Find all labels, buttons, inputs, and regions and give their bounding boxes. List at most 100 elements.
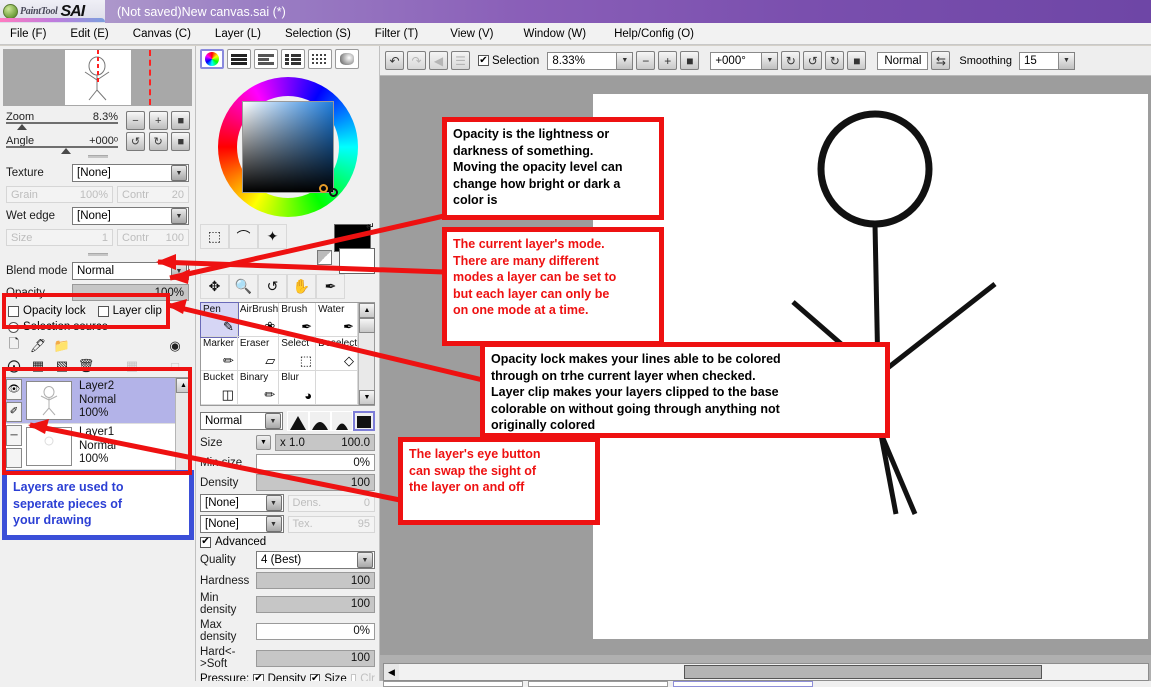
transfer-icon[interactable]: ▦ xyxy=(122,357,142,375)
shape-round-icon[interactable] xyxy=(309,411,331,431)
brush-shape-combo[interactable]: [None] ▼ xyxy=(200,494,284,512)
sv-marker-icon[interactable] xyxy=(328,188,338,197)
menu-layer[interactable]: Layer (L) xyxy=(215,28,261,40)
min-density-slider[interactable]: 100 xyxy=(256,595,375,613)
zoom-control[interactable]: 8.33% ▼ xyxy=(547,51,634,70)
navigator-rotate-reset-button[interactable]: ■ xyxy=(171,132,191,151)
texture-row[interactable]: Texture [None] ▼ xyxy=(6,164,189,182)
chevron-down-icon[interactable]: ▼ xyxy=(171,165,187,181)
scroll-down-icon[interactable]: ▼ xyxy=(359,390,375,405)
clear-layer-icon[interactable]: ▧ xyxy=(52,357,72,375)
menu-selection[interactable]: Selection (S) xyxy=(285,28,351,40)
new-linework-layer-icon[interactable]: 🖊 xyxy=(28,337,48,355)
tool-blur[interactable]: Blur ◕ xyxy=(279,371,317,405)
tool-binary[interactable]: Binary ✏ xyxy=(237,371,280,405)
blend-mode-combo[interactable]: Normal ▼ xyxy=(72,262,189,280)
navigator-zoom-out-button[interactable]: − xyxy=(126,111,145,130)
size-unit-dropdown-icon[interactable]: ▼ xyxy=(256,435,271,450)
brush-texture-combo[interactable]: [None] ▼ xyxy=(200,515,284,533)
brush-min-size-slider[interactable]: 0% xyxy=(256,454,375,471)
navigator-rotate-ccw-button[interactable]: ↺ xyxy=(126,132,145,151)
brush-shape-select-row[interactable]: [None] ▼ Dens. 0 xyxy=(200,494,375,512)
chevron-down-icon[interactable]: ▼ xyxy=(265,516,282,532)
tool-deselect[interactable]: Deselect ◇ xyxy=(316,337,358,371)
chevron-down-icon[interactable]: ▼ xyxy=(357,552,373,568)
angle-control[interactable]: +000° ▼ xyxy=(710,51,779,70)
navigator-angle-slider[interactable]: Angle +000ᵒ xyxy=(6,135,118,154)
navigator-zoom-slider[interactable]: Zoom 8.3% xyxy=(6,111,118,130)
max-density-slider[interactable]: 0% xyxy=(256,622,375,640)
lasso-select-icon[interactable]: ⌒ xyxy=(229,224,258,249)
zoom-icon[interactable]: 🔍 xyxy=(229,274,258,299)
rect-select-icon[interactable]: ⬚ xyxy=(200,224,229,249)
brush-density-row[interactable]: Density 100 xyxy=(200,474,375,491)
hard-soft-slider[interactable]: 100 xyxy=(256,649,375,667)
shape-sharp-icon[interactable] xyxy=(287,411,309,431)
merge-down-icon[interactable]: ▦ xyxy=(28,357,48,375)
navigator-zoom-fit-button[interactable]: ■ xyxy=(171,111,191,130)
redo-icon[interactable]: ↷ xyxy=(407,51,426,70)
zoom-reset-button[interactable]: ■ xyxy=(680,51,700,70)
max-density-row[interactable]: Max density 0% xyxy=(200,619,375,643)
delete-layer-icon[interactable]: 🗑 xyxy=(76,357,96,375)
tool-pen[interactable]: Pen ✎ xyxy=(200,302,239,338)
angle-value[interactable]: +000° xyxy=(710,51,763,70)
scroll-up-icon[interactable]: ▲ xyxy=(176,378,190,393)
tool-palette[interactable]: Pen ✎ AirBrush ❀ Brush ✒ Water ✒ Marker … xyxy=(200,302,375,406)
hardness-row[interactable]: Hardness 100 xyxy=(200,572,375,589)
mask-icon[interactable]: □ xyxy=(165,357,185,375)
chevron-down-icon[interactable]: ▼ xyxy=(265,495,282,511)
blend-mode-row[interactable]: Blend mode Normal ▼ xyxy=(6,262,189,280)
zoom-in-button[interactable]: + xyxy=(658,51,678,70)
smoothing-value[interactable]: 15 xyxy=(1018,51,1059,70)
min-density-row[interactable]: Min density 100 xyxy=(200,592,375,616)
menu-window[interactable]: Window (W) xyxy=(523,28,586,40)
brush-blend-mode-row[interactable]: Normal ▼ xyxy=(200,411,375,431)
tool-select[interactable]: Select ⬚ xyxy=(279,337,317,371)
menu-edit[interactable]: Edit (E) xyxy=(70,28,108,40)
chevron-down-icon[interactable]: ▼ xyxy=(265,413,281,429)
tool-eraser[interactable]: Eraser ▱ xyxy=(237,337,280,371)
new-layer-icon[interactable]: 🗋 xyxy=(4,336,24,355)
color-wheel-tab[interactable] xyxy=(200,49,224,69)
navigator-preview[interactable] xyxy=(3,49,192,106)
swatches-tab[interactable] xyxy=(308,49,332,69)
menu-help-config[interactable]: Help/Config (O) xyxy=(614,28,694,40)
wet-edge-combo[interactable]: [None] ▼ xyxy=(72,207,189,225)
panel-divider-2[interactable] xyxy=(0,250,195,258)
advanced-toggle-row[interactable]: ✔ Advanced xyxy=(200,536,375,548)
tool-palette-scrollbar[interactable]: ▲ ▼ xyxy=(358,303,375,405)
brush-min-size-row[interactable]: Min size 0% xyxy=(200,454,375,471)
new-folder-icon[interactable]: 📁 xyxy=(52,337,72,355)
selection-checkbox[interactable]: ✔ xyxy=(478,55,489,66)
rgb-sliders-tab[interactable] xyxy=(227,49,251,69)
eyedropper-icon[interactable]: ✒ xyxy=(316,274,345,299)
layer-clip-checkbox[interactable] xyxy=(97,305,109,317)
brush-texture-row[interactable]: [None] ▼ Tex. 95 xyxy=(200,515,375,533)
pen-icon[interactable] xyxy=(6,447,22,468)
hard-soft-row[interactable]: Hard<->Soft 100 xyxy=(200,646,375,670)
brush-size-slider[interactable]: x 1.0 100.0 xyxy=(275,434,375,451)
rotate-cw-icon[interactable]: ↻ xyxy=(825,51,845,70)
layer-opacity-row[interactable]: Opacity 100% xyxy=(6,284,189,301)
chevron-down-icon[interactable]: ▼ xyxy=(171,263,187,279)
angle-dropdown-icon[interactable]: ▼ xyxy=(762,51,779,70)
tool-bucket[interactable]: Bucket ◫ xyxy=(201,371,238,405)
transparency-swatch-icon[interactable] xyxy=(317,250,332,265)
chevron-down-icon[interactable]: ▼ xyxy=(171,208,187,224)
brush-size-row[interactable]: Size ▼ x 1.0 100.0 xyxy=(200,434,375,451)
brush-density-slider[interactable]: 100 xyxy=(256,474,375,491)
layer-row-layer1[interactable]: ─ Layer1 Normal 100% xyxy=(5,424,190,470)
canvas-mode-value[interactable]: Normal xyxy=(877,51,929,70)
hardness-slider[interactable]: 100 xyxy=(256,572,375,589)
horizontal-scroll-thumb[interactable] xyxy=(684,665,1042,679)
tool-empty-slot[interactable] xyxy=(316,371,358,405)
shape-flat-icon[interactable] xyxy=(353,411,375,431)
rotate-ccw-icon[interactable]: ↺ xyxy=(803,51,823,70)
eye-icon[interactable]: 👁 xyxy=(6,379,22,400)
flip-square-icon[interactable]: ■ xyxy=(847,51,867,70)
hue-marker-icon[interactable] xyxy=(318,184,328,193)
scroll-up-icon[interactable]: ▲ xyxy=(359,303,375,318)
texture-combo[interactable]: [None] ▼ xyxy=(72,164,189,182)
next-icon[interactable]: ☰ xyxy=(451,51,470,70)
